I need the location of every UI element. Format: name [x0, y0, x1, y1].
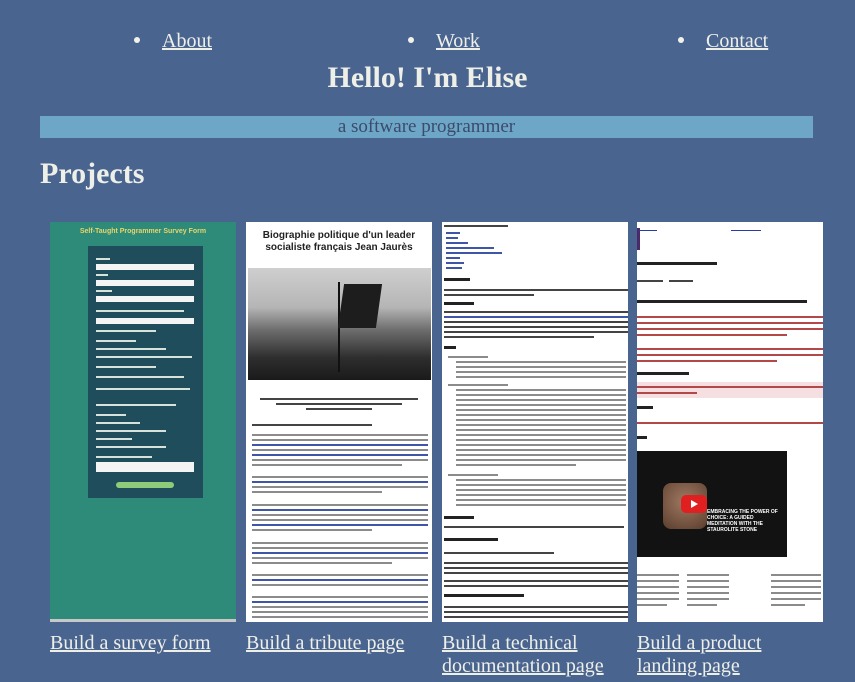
project-link-docs[interactable]: Build a technical documentation page — [442, 632, 628, 678]
main-nav: About Work Contact — [0, 26, 855, 58]
nav-item-about: About — [134, 26, 212, 56]
survey-form-card — [88, 246, 203, 498]
bullet-icon — [408, 37, 414, 44]
project-link-product[interactable]: Build a product landing page — [637, 632, 823, 678]
nav-item-contact: Contact — [678, 26, 768, 56]
bullet-icon — [134, 37, 140, 44]
project-tile-survey: Self-Taught Programmer Survey Form Build… — [50, 222, 236, 655]
project-tile-tribute: Biographie politique d'un leader sociali… — [246, 222, 432, 655]
project-thumbnail-docs[interactable] — [442, 222, 628, 622]
bullet-icon — [678, 37, 684, 44]
project-link-survey[interactable]: Build a survey form — [50, 632, 236, 655]
nav-link-contact[interactable]: Contact — [706, 30, 768, 52]
nav-item-work: Work — [408, 26, 480, 56]
project-link-tribute[interactable]: Build a tribute page — [246, 632, 432, 655]
hero-title: Hello! I'm Elise — [327, 61, 528, 94]
nav-link-about[interactable]: About — [162, 30, 212, 52]
project-thumbnail-tribute[interactable]: Biographie politique d'un leader sociali… — [246, 222, 432, 622]
project-tile-product: EMBRACING THE POWER OF CHOICE: A GUIDED … — [637, 222, 823, 678]
projects-heading: Projects — [40, 157, 145, 190]
video-embed[interactable]: EMBRACING THE POWER OF CHOICE: A GUIDED … — [637, 451, 787, 557]
project-thumbnail-survey[interactable]: Self-Taught Programmer Survey Form — [50, 222, 236, 622]
project-tile-docs: Build a technical documentation page — [442, 222, 628, 678]
tagline: a software programmer — [40, 116, 813, 138]
thumbnail-title: Biographie politique d'un leader sociali… — [262, 230, 416, 253]
project-thumbnail-product[interactable]: EMBRACING THE POWER OF CHOICE: A GUIDED … — [637, 222, 823, 622]
video-title: EMBRACING THE POWER OF CHOICE: A GUIDED … — [707, 509, 778, 533]
tribute-photo — [248, 268, 431, 380]
play-icon[interactable] — [681, 495, 707, 513]
thumbnail-title: Self-Taught Programmer Survey Form — [79, 228, 207, 235]
nav-link-work[interactable]: Work — [436, 30, 480, 52]
